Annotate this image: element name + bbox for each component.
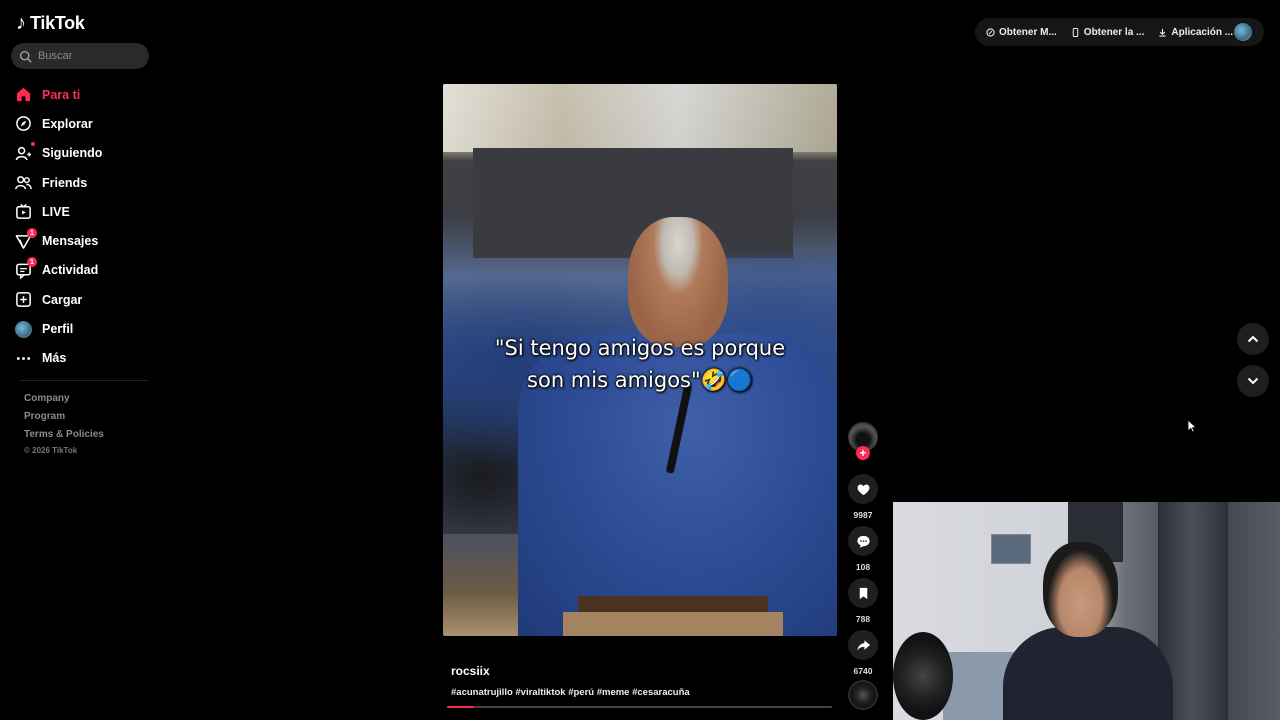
like-count: 9987 [853, 510, 873, 520]
get-app-button[interactable]: Obtener la ... [1071, 26, 1145, 38]
caption-line-2: son mis amigos"🤣🔵 [527, 368, 753, 392]
notification-badge: 1 [27, 228, 37, 239]
music-disc[interactable] [848, 680, 878, 710]
sidebar-item-siguiendo[interactable]: Siguiendo [14, 139, 154, 168]
sidebar-item-live[interactable]: LIVE [14, 197, 154, 226]
bookmark-count: 788 [855, 614, 871, 624]
get-coins-label: Obtener M... [999, 26, 1057, 38]
previous-video-button[interactable] [1237, 323, 1269, 355]
bookmark-action: 788 [847, 578, 879, 624]
download-icon [1159, 28, 1167, 37]
bookmark-button[interactable] [848, 578, 878, 608]
get-app-label: Obtener la ... [1083, 26, 1145, 38]
sidebar-item-mas[interactable]: Más [14, 344, 154, 373]
bookmark-icon [859, 587, 867, 599]
sidebar-item-label: Cargar [42, 292, 83, 307]
sidebar-item-label: Friends [42, 175, 88, 190]
tiktok-logo[interactable]: ♪ TikTok [16, 12, 85, 35]
sidebar-item-label: LIVE [42, 204, 70, 219]
comment-button[interactable] [848, 526, 878, 556]
share-count: 6740 [853, 666, 873, 676]
webcam-overlay [893, 502, 1280, 720]
profile-avatar [14, 320, 32, 338]
compass-icon [14, 115, 32, 133]
notification-dot [31, 142, 35, 147]
messages-icon: 1 [14, 228, 37, 250]
sidebar-nav: Para ti Explorar Siguiendo Friends LIVE … [14, 80, 154, 373]
video-hashtags[interactable]: #acunatrujillo #viraltiktok #perú #meme … [451, 687, 690, 698]
avatar [14, 320, 32, 338]
footer-copyright: © 2026 TikTok [24, 446, 78, 455]
sidebar-divider [20, 380, 148, 381]
webcam-poster [991, 534, 1031, 564]
phone-icon [1072, 27, 1079, 37]
next-video-button[interactable] [1237, 365, 1269, 397]
download-app-label: Aplicación ... [1171, 26, 1234, 38]
sidebar-item-perfil[interactable]: Perfil [14, 314, 154, 343]
sidebar-item-label: Más [42, 351, 67, 366]
like-action: 9987 [847, 474, 879, 520]
activity-icon: 1 [14, 257, 37, 279]
video-scene-pants [563, 612, 783, 636]
video-scene-head [628, 217, 728, 347]
share-button[interactable] [848, 630, 878, 660]
sidebar-item-friends[interactable]: Friends [14, 168, 154, 197]
sidebar-item-para-ti[interactable]: Para ti [14, 80, 154, 109]
get-coins-button[interactable]: Obtener M... [986, 27, 1057, 38]
heart-icon [857, 483, 869, 495]
logo-text: TikTok [30, 13, 85, 33]
sidebar-item-cargar[interactable]: Cargar [14, 285, 154, 314]
live-icon [14, 203, 32, 221]
video-progress-bar[interactable] [447, 706, 832, 708]
footer-terms-link[interactable]: Terms & Policies [24, 426, 104, 444]
video-author[interactable]: rocsiix [451, 664, 490, 678]
comment-action: 108 [847, 526, 879, 572]
comment-count: 108 [855, 562, 871, 572]
search-icon [19, 50, 32, 63]
sidebar-item-label: Mensajes [42, 234, 99, 249]
mouse-cursor-icon [1187, 419, 1197, 433]
webcam-fan [893, 632, 953, 720]
webcam-person-head [1043, 542, 1118, 637]
sidebar-item-label: Siguiendo [42, 146, 103, 161]
follow-button[interactable]: + [856, 446, 870, 460]
sidebar-item-explorar[interactable]: Explorar [14, 109, 154, 138]
search-bar[interactable] [11, 43, 149, 69]
search-input[interactable] [38, 50, 138, 62]
user-avatar[interactable] [1234, 23, 1252, 41]
share-action: 6740 [847, 630, 879, 676]
sidebar: ♪ TikTok Para ti Explorar Siguiendo [0, 0, 160, 720]
video-scene-wall [473, 148, 793, 258]
sidebar-item-label: Explorar [42, 116, 93, 131]
video-background [443, 84, 837, 152]
video-caption: "Si tengo amigos es porque son mis amigo… [443, 332, 837, 396]
home-icon [14, 86, 32, 104]
sidebar-item-label: Perfil [42, 322, 74, 337]
more-icon [14, 349, 32, 367]
coin-icon [986, 27, 995, 37]
sidebar-item-label: Actividad [42, 263, 99, 278]
like-button[interactable] [848, 474, 878, 504]
webcam-person-body [1003, 627, 1173, 720]
top-actions-bar: Obtener M... Obtener la ... Aplicación .… [975, 18, 1264, 46]
upload-icon [14, 291, 32, 309]
footer-company-link[interactable]: Company [24, 390, 104, 408]
caption-line-1: "Si tengo amigos es porque [494, 336, 786, 360]
video-player[interactable]: "Si tengo amigos es porque son mis amigo… [443, 84, 837, 636]
sidebar-item-label: Para ti [42, 87, 81, 102]
sidebar-footer: Company Program Terms & Policies © 2026 … [24, 390, 104, 458]
download-app-button[interactable]: Aplicación ... [1158, 27, 1233, 38]
notification-badge: 1 [27, 257, 37, 268]
share-icon [856, 639, 870, 651]
chevron-down-icon [1247, 377, 1259, 385]
tiktok-note-icon: ♪ [16, 12, 26, 34]
chevron-up-icon [1247, 335, 1259, 343]
user-follow-icon [14, 142, 35, 162]
comment-icon [856, 535, 870, 548]
sidebar-item-actividad[interactable]: 1 Actividad [14, 256, 154, 285]
video-progress-fill [447, 706, 474, 708]
friends-icon [14, 174, 32, 192]
footer-program-link[interactable]: Program [24, 408, 104, 426]
sidebar-item-mensajes[interactable]: 1 Mensajes [14, 226, 154, 255]
